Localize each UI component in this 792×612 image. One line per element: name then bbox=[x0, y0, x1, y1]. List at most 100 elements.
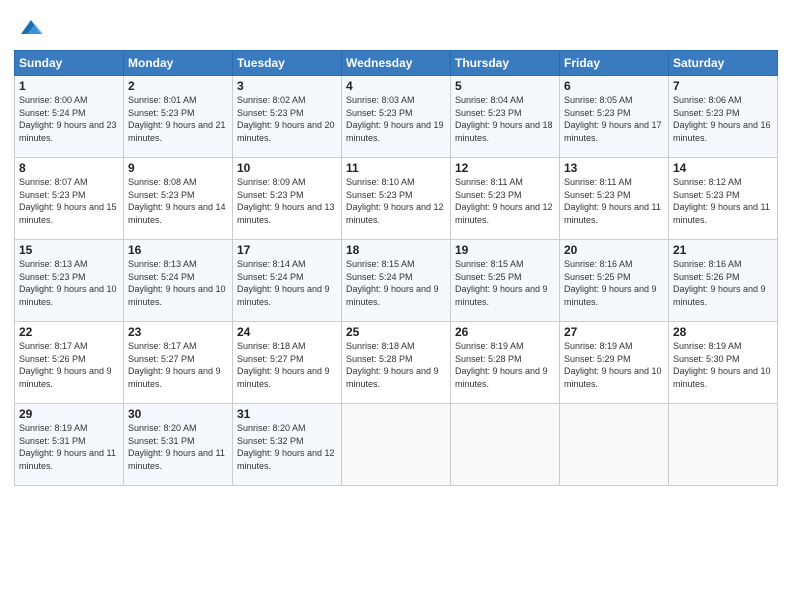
header bbox=[14, 10, 778, 42]
day-info: Sunrise: 8:15 AMSunset: 5:25 PMDaylight:… bbox=[455, 258, 555, 308]
day-number: 30 bbox=[128, 407, 228, 421]
day-info: Sunrise: 8:08 AMSunset: 5:23 PMDaylight:… bbox=[128, 176, 228, 226]
day-number: 22 bbox=[19, 325, 119, 339]
calendar-cell: 27Sunrise: 8:19 AMSunset: 5:29 PMDayligh… bbox=[560, 322, 669, 404]
day-number: 3 bbox=[237, 79, 337, 93]
calendar-cell: 10Sunrise: 8:09 AMSunset: 5:23 PMDayligh… bbox=[233, 158, 342, 240]
calendar-cell: 23Sunrise: 8:17 AMSunset: 5:27 PMDayligh… bbox=[124, 322, 233, 404]
day-number: 5 bbox=[455, 79, 555, 93]
calendar-cell: 17Sunrise: 8:14 AMSunset: 5:24 PMDayligh… bbox=[233, 240, 342, 322]
day-number: 10 bbox=[237, 161, 337, 175]
day-number: 14 bbox=[673, 161, 773, 175]
calendar-cell: 21Sunrise: 8:16 AMSunset: 5:26 PMDayligh… bbox=[669, 240, 778, 322]
day-info: Sunrise: 8:18 AMSunset: 5:27 PMDaylight:… bbox=[237, 340, 337, 390]
day-info: Sunrise: 8:05 AMSunset: 5:23 PMDaylight:… bbox=[564, 94, 664, 144]
calendar-cell: 18Sunrise: 8:15 AMSunset: 5:24 PMDayligh… bbox=[342, 240, 451, 322]
calendar-cell: 8Sunrise: 8:07 AMSunset: 5:23 PMDaylight… bbox=[15, 158, 124, 240]
day-number: 6 bbox=[564, 79, 664, 93]
calendar-cell bbox=[669, 404, 778, 486]
calendar-cell: 15Sunrise: 8:13 AMSunset: 5:23 PMDayligh… bbox=[15, 240, 124, 322]
day-number: 18 bbox=[346, 243, 446, 257]
day-number: 4 bbox=[346, 79, 446, 93]
day-info: Sunrise: 8:19 AMSunset: 5:29 PMDaylight:… bbox=[564, 340, 664, 390]
calendar-cell: 1Sunrise: 8:00 AMSunset: 5:24 PMDaylight… bbox=[15, 76, 124, 158]
calendar-cell: 22Sunrise: 8:17 AMSunset: 5:26 PMDayligh… bbox=[15, 322, 124, 404]
calendar-cell: 26Sunrise: 8:19 AMSunset: 5:28 PMDayligh… bbox=[451, 322, 560, 404]
page: SundayMondayTuesdayWednesdayThursdayFrid… bbox=[0, 0, 792, 612]
day-number: 31 bbox=[237, 407, 337, 421]
day-info: Sunrise: 8:09 AMSunset: 5:23 PMDaylight:… bbox=[237, 176, 337, 226]
calendar-cell: 2Sunrise: 8:01 AMSunset: 5:23 PMDaylight… bbox=[124, 76, 233, 158]
day-info: Sunrise: 8:01 AMSunset: 5:23 PMDaylight:… bbox=[128, 94, 228, 144]
calendar-cell: 28Sunrise: 8:19 AMSunset: 5:30 PMDayligh… bbox=[669, 322, 778, 404]
weekday-header-wednesday: Wednesday bbox=[342, 51, 451, 76]
calendar-cell bbox=[342, 404, 451, 486]
calendar-cell: 13Sunrise: 8:11 AMSunset: 5:23 PMDayligh… bbox=[560, 158, 669, 240]
day-info: Sunrise: 8:10 AMSunset: 5:23 PMDaylight:… bbox=[346, 176, 446, 226]
calendar-cell: 31Sunrise: 8:20 AMSunset: 5:32 PMDayligh… bbox=[233, 404, 342, 486]
day-number: 25 bbox=[346, 325, 446, 339]
calendar-table: SundayMondayTuesdayWednesdayThursdayFrid… bbox=[14, 50, 778, 486]
calendar-cell: 11Sunrise: 8:10 AMSunset: 5:23 PMDayligh… bbox=[342, 158, 451, 240]
day-number: 26 bbox=[455, 325, 555, 339]
day-info: Sunrise: 8:14 AMSunset: 5:24 PMDaylight:… bbox=[237, 258, 337, 308]
calendar-week-row: 29Sunrise: 8:19 AMSunset: 5:31 PMDayligh… bbox=[15, 404, 778, 486]
day-info: Sunrise: 8:11 AMSunset: 5:23 PMDaylight:… bbox=[564, 176, 664, 226]
day-info: Sunrise: 8:12 AMSunset: 5:23 PMDaylight:… bbox=[673, 176, 773, 226]
day-info: Sunrise: 8:17 AMSunset: 5:27 PMDaylight:… bbox=[128, 340, 228, 390]
calendar-cell: 12Sunrise: 8:11 AMSunset: 5:23 PMDayligh… bbox=[451, 158, 560, 240]
calendar-cell: 5Sunrise: 8:04 AMSunset: 5:23 PMDaylight… bbox=[451, 76, 560, 158]
weekday-header-friday: Friday bbox=[560, 51, 669, 76]
calendar-week-row: 22Sunrise: 8:17 AMSunset: 5:26 PMDayligh… bbox=[15, 322, 778, 404]
day-info: Sunrise: 8:19 AMSunset: 5:31 PMDaylight:… bbox=[19, 422, 119, 472]
day-number: 2 bbox=[128, 79, 228, 93]
calendar-cell bbox=[560, 404, 669, 486]
day-number: 27 bbox=[564, 325, 664, 339]
day-number: 12 bbox=[455, 161, 555, 175]
calendar-cell: 6Sunrise: 8:05 AMSunset: 5:23 PMDaylight… bbox=[560, 76, 669, 158]
day-number: 9 bbox=[128, 161, 228, 175]
day-number: 16 bbox=[128, 243, 228, 257]
weekday-header-tuesday: Tuesday bbox=[233, 51, 342, 76]
calendar-week-row: 8Sunrise: 8:07 AMSunset: 5:23 PMDaylight… bbox=[15, 158, 778, 240]
day-info: Sunrise: 8:06 AMSunset: 5:23 PMDaylight:… bbox=[673, 94, 773, 144]
day-info: Sunrise: 8:13 AMSunset: 5:24 PMDaylight:… bbox=[128, 258, 228, 308]
day-info: Sunrise: 8:19 AMSunset: 5:30 PMDaylight:… bbox=[673, 340, 773, 390]
day-info: Sunrise: 8:04 AMSunset: 5:23 PMDaylight:… bbox=[455, 94, 555, 144]
day-info: Sunrise: 8:17 AMSunset: 5:26 PMDaylight:… bbox=[19, 340, 119, 390]
calendar-cell bbox=[451, 404, 560, 486]
day-number: 13 bbox=[564, 161, 664, 175]
calendar-cell: 4Sunrise: 8:03 AMSunset: 5:23 PMDaylight… bbox=[342, 76, 451, 158]
calendar-cell: 9Sunrise: 8:08 AMSunset: 5:23 PMDaylight… bbox=[124, 158, 233, 240]
day-info: Sunrise: 8:13 AMSunset: 5:23 PMDaylight:… bbox=[19, 258, 119, 308]
day-info: Sunrise: 8:20 AMSunset: 5:32 PMDaylight:… bbox=[237, 422, 337, 472]
day-number: 28 bbox=[673, 325, 773, 339]
day-number: 29 bbox=[19, 407, 119, 421]
day-info: Sunrise: 8:16 AMSunset: 5:25 PMDaylight:… bbox=[564, 258, 664, 308]
calendar-cell: 20Sunrise: 8:16 AMSunset: 5:25 PMDayligh… bbox=[560, 240, 669, 322]
day-info: Sunrise: 8:16 AMSunset: 5:26 PMDaylight:… bbox=[673, 258, 773, 308]
calendar-cell: 16Sunrise: 8:13 AMSunset: 5:24 PMDayligh… bbox=[124, 240, 233, 322]
day-info: Sunrise: 8:11 AMSunset: 5:23 PMDaylight:… bbox=[455, 176, 555, 226]
calendar-cell: 29Sunrise: 8:19 AMSunset: 5:31 PMDayligh… bbox=[15, 404, 124, 486]
logo-icon bbox=[17, 14, 45, 42]
calendar-cell: 25Sunrise: 8:18 AMSunset: 5:28 PMDayligh… bbox=[342, 322, 451, 404]
day-info: Sunrise: 8:15 AMSunset: 5:24 PMDaylight:… bbox=[346, 258, 446, 308]
day-number: 7 bbox=[673, 79, 773, 93]
day-info: Sunrise: 8:18 AMSunset: 5:28 PMDaylight:… bbox=[346, 340, 446, 390]
calendar-cell: 19Sunrise: 8:15 AMSunset: 5:25 PMDayligh… bbox=[451, 240, 560, 322]
calendar-cell: 14Sunrise: 8:12 AMSunset: 5:23 PMDayligh… bbox=[669, 158, 778, 240]
day-info: Sunrise: 8:03 AMSunset: 5:23 PMDaylight:… bbox=[346, 94, 446, 144]
weekday-header-thursday: Thursday bbox=[451, 51, 560, 76]
calendar-cell: 3Sunrise: 8:02 AMSunset: 5:23 PMDaylight… bbox=[233, 76, 342, 158]
day-number: 20 bbox=[564, 243, 664, 257]
weekday-header-monday: Monday bbox=[124, 51, 233, 76]
calendar-cell: 30Sunrise: 8:20 AMSunset: 5:31 PMDayligh… bbox=[124, 404, 233, 486]
day-info: Sunrise: 8:19 AMSunset: 5:28 PMDaylight:… bbox=[455, 340, 555, 390]
day-number: 17 bbox=[237, 243, 337, 257]
day-number: 15 bbox=[19, 243, 119, 257]
day-info: Sunrise: 8:00 AMSunset: 5:24 PMDaylight:… bbox=[19, 94, 119, 144]
calendar-cell: 7Sunrise: 8:06 AMSunset: 5:23 PMDaylight… bbox=[669, 76, 778, 158]
day-info: Sunrise: 8:02 AMSunset: 5:23 PMDaylight:… bbox=[237, 94, 337, 144]
weekday-header-row: SundayMondayTuesdayWednesdayThursdayFrid… bbox=[15, 51, 778, 76]
